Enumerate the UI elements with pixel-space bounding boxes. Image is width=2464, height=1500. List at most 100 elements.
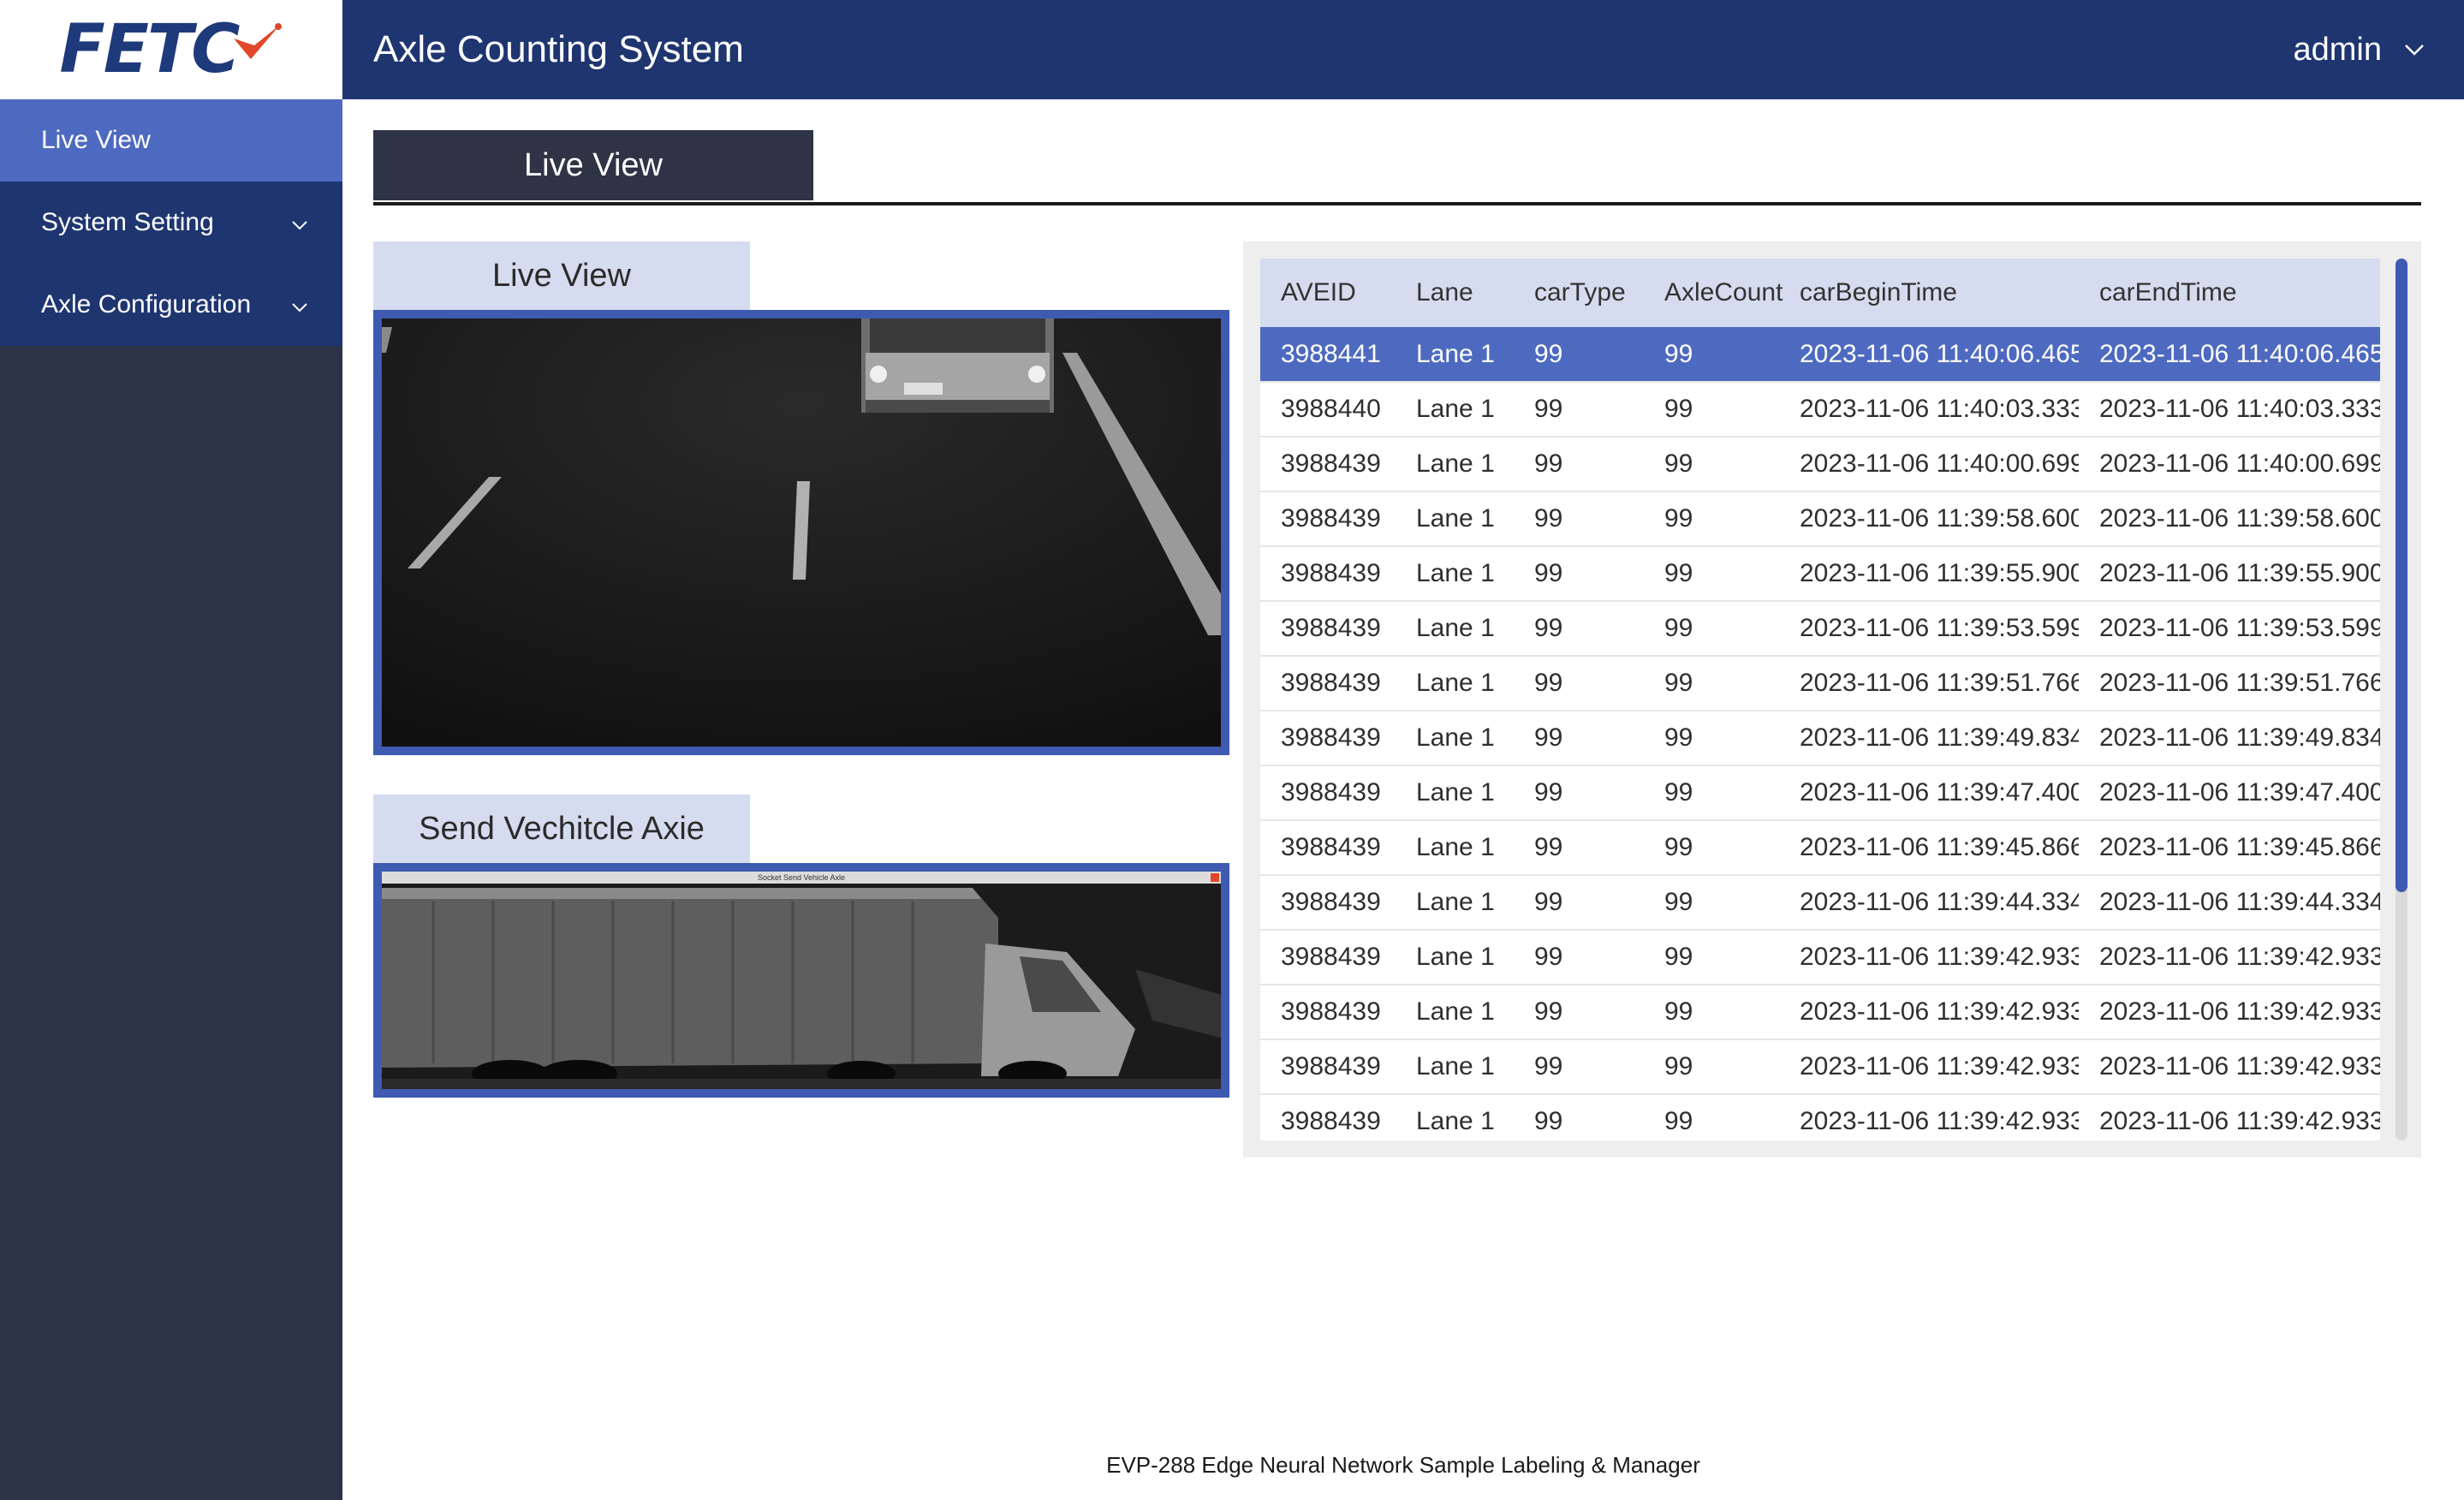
cell-aveid: 3988440 — [1281, 395, 1381, 423]
column-header-cartype[interactable]: carType — [1514, 259, 1644, 327]
cell-carendtime: 2023-11-06 11:40:00.699 — [2099, 449, 2380, 478]
cell-carendtime: 2023-11-06 11:39:49.834 — [2099, 723, 2380, 752]
logo-text: FETC — [59, 11, 240, 88]
cell-axlecount: 99 — [1664, 395, 1693, 423]
table-row[interactable]: 3988439 Lane 1 99 99 2023-11-06 11:39:44.334… — [1260, 875, 2380, 930]
cell-carbegintime: 2023-11-06 11:40:00.699 — [1800, 449, 2079, 478]
cell-carendtime: 2023-11-06 11:39:44.334 — [2099, 888, 2380, 916]
table-row[interactable]: 3988439 Lane 1 99 99 2023-11-06 11:39:53.599… — [1260, 601, 2380, 656]
cell-lane: Lane 1 — [1416, 614, 1495, 642]
cell-aveid: 3988439 — [1281, 997, 1381, 1026]
cell-carbegintime: 2023-11-06 11:39:42.933 — [1800, 997, 2079, 1026]
cell-cartype: 99 — [1534, 888, 1563, 916]
cell-carendtime: 2023-11-06 11:39:42.933 — [2099, 1052, 2380, 1080]
cell-lane: Lane 1 — [1416, 504, 1495, 533]
cell-carbegintime: 2023-11-06 11:39:53.599 — [1800, 614, 2079, 642]
cell-lane: Lane 1 — [1416, 1107, 1495, 1135]
sidebar-item-axle-configuration[interactable]: Axle Configuration — [0, 264, 342, 346]
column-header-lane[interactable]: Lane — [1396, 259, 1514, 327]
table-scrollbar-thumb[interactable] — [2396, 259, 2407, 892]
cell-axlecount: 99 — [1664, 614, 1693, 642]
cell-axlecount: 99 — [1664, 339, 1693, 368]
cell-cartype: 99 — [1534, 395, 1563, 423]
cell-axlecount: 99 — [1664, 559, 1693, 587]
close-icon[interactable] — [1211, 873, 1219, 882]
user-menu[interactable]: admin — [2294, 24, 2425, 75]
column-header-carendtime[interactable]: carEndTime — [2079, 259, 2380, 327]
cell-cartype: 99 — [1534, 778, 1563, 807]
sidebar-item-system-setting[interactable]: System Setting — [0, 182, 342, 264]
cell-carbegintime: 2023-11-06 11:39:55.900 — [1800, 559, 2079, 587]
live-view-video[interactable] — [373, 310, 1229, 755]
table-row[interactable]: 3988439 Lane 1 99 99 2023-11-06 11:39:49.834… — [1260, 711, 2380, 765]
cell-lane: Lane 1 — [1416, 669, 1495, 697]
cell-axlecount: 99 — [1664, 943, 1693, 971]
table-row[interactable]: 3988439 Lane 1 99 99 2023-11-06 11:39:58.600… — [1260, 491, 2380, 546]
sidebar-item-label: Live View — [41, 126, 151, 154]
brand-logo[interactable]: FETC — [0, 0, 342, 99]
cell-aveid: 3988439 — [1281, 504, 1381, 533]
cell-carbegintime: 2023-11-06 11:39:45.866 — [1800, 833, 2079, 861]
top-header: Axle Counting System admin — [342, 0, 2464, 99]
table-row[interactable]: 3988439 Lane 1 99 99 2023-11-06 11:39:51.766… — [1260, 656, 2380, 711]
cell-aveid: 3988441 — [1281, 339, 1381, 368]
tab-bar: Live View — [373, 130, 2421, 205]
table-scrollbar[interactable] — [2396, 259, 2407, 1140]
logo-check-mark — [233, 23, 282, 59]
cell-carendtime: 2023-11-06 11:40:03.333 — [2099, 395, 2380, 423]
cell-carbegintime: 2023-11-06 11:39:44.334 — [1800, 888, 2079, 916]
table-row[interactable]: 3988439 Lane 1 99 99 2023-11-06 11:39:42.933… — [1260, 1094, 2380, 1140]
live-camera-image — [382, 318, 1221, 747]
table-row[interactable]: 3988439 Lane 1 99 99 2023-11-06 11:39:42.933… — [1260, 1039, 2380, 1094]
cell-lane: Lane 1 — [1416, 888, 1495, 916]
column-header-axlecount[interactable]: AxleCount — [1644, 259, 1783, 327]
window-caption: Socket Send Vehicle Axle — [757, 873, 846, 882]
cell-carendtime: 2023-11-06 11:39:58.600 — [2099, 504, 2380, 533]
cell-aveid: 3988439 — [1281, 669, 1381, 697]
cell-axlecount: 99 — [1664, 778, 1693, 807]
table-row[interactable]: 3988439 Lane 1 99 99 2023-11-06 11:39:55.900… — [1260, 546, 2380, 601]
cell-cartype: 99 — [1534, 614, 1563, 642]
cell-carbegintime: 2023-11-06 11:39:47.400 — [1800, 778, 2079, 807]
tab-live-view[interactable]: Live View — [373, 130, 813, 200]
cell-carendtime: 2023-11-06 11:39:42.933 — [2099, 1107, 2380, 1135]
sidebar-item-label: Axle Configuration — [41, 290, 252, 318]
cell-aveid: 3988439 — [1281, 1107, 1381, 1135]
cell-lane: Lane 1 — [1416, 833, 1495, 861]
records-table-scroll[interactable]: AVEID Lane carType AxleCount carBeginTim… — [1260, 259, 2380, 1140]
cell-axlecount: 99 — [1664, 997, 1693, 1026]
cell-cartype: 99 — [1534, 669, 1563, 697]
cell-carbegintime: 2023-11-06 11:39:58.600 — [1800, 504, 2079, 533]
cell-carendtime: 2023-11-06 11:39:47.400 — [2099, 778, 2380, 807]
cell-carbegintime: 2023-11-06 11:39:42.933 — [1800, 1107, 2079, 1135]
column-header-aveid[interactable]: AVEID — [1260, 259, 1396, 327]
cell-lane: Lane 1 — [1416, 943, 1495, 971]
cell-carbegintime: 2023-11-06 11:40:03.333 — [1800, 395, 2079, 423]
table-row[interactable]: 3988439 Lane 1 99 99 2023-11-06 11:39:45.866… — [1260, 820, 2380, 875]
sidebar-item-live-view[interactable]: Live View — [0, 99, 342, 182]
send-vehicle-video[interactable]: Socket Send Vehicle Axle — [373, 863, 1229, 1098]
cell-aveid: 3988439 — [1281, 614, 1381, 642]
user-name: admin — [2293, 31, 2383, 68]
table-row[interactable]: 3988439 Lane 1 99 99 2023-11-06 11:39:42.933… — [1260, 930, 2380, 985]
table-row[interactable]: 3988441 Lane 1 99 99 2023-11-06 11:40:06.465… — [1260, 327, 2380, 382]
send-vehicle-label: Send Vechitcle Axie — [373, 795, 750, 863]
cell-lane: Lane 1 — [1416, 339, 1495, 368]
cell-cartype: 99 — [1534, 449, 1563, 478]
cell-carendtime: 2023-11-06 11:39:42.933 — [2099, 997, 2380, 1026]
cell-carendtime: 2023-11-06 11:39:45.866 — [2099, 833, 2380, 861]
table-header-row: AVEID Lane carType AxleCount carBeginTim… — [1260, 259, 2380, 327]
chevron-down-icon — [291, 290, 308, 319]
column-header-carbegintime[interactable]: carBeginTime — [1779, 259, 2079, 327]
cell-lane: Lane 1 — [1416, 449, 1495, 478]
sidebar: Live View System Setting Axle Configurat… — [0, 99, 342, 1500]
table-row[interactable]: 3988439 Lane 1 99 99 2023-11-06 11:39:47.400… — [1260, 765, 2380, 820]
cell-aveid: 3988439 — [1281, 723, 1381, 752]
cell-axlecount: 99 — [1664, 888, 1693, 916]
table-row[interactable]: 3988439 Lane 1 99 99 2023-11-06 11:40:00.699… — [1260, 437, 2380, 491]
table-row[interactable]: 3988439 Lane 1 99 99 2023-11-06 11:39:42.933… — [1260, 985, 2380, 1039]
cell-axlecount: 99 — [1664, 1052, 1693, 1080]
table-row[interactable]: 3988440 Lane 1 99 99 2023-11-06 11:40:03.333… — [1260, 382, 2380, 437]
live-view-label: Live View — [373, 241, 750, 310]
cell-carendtime: 2023-11-06 11:40:06.465 — [2099, 339, 2380, 368]
